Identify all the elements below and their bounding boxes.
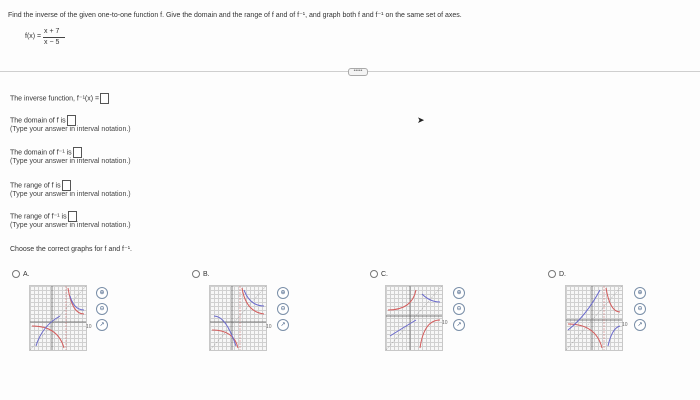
graph-d-plot: [566, 286, 622, 350]
more-button[interactable]: •••••: [348, 68, 368, 76]
numerator: x + 7: [44, 28, 60, 35]
inverse-label: The inverse function, f⁻¹(x) =: [10, 95, 100, 103]
option-c-label: C.: [381, 270, 388, 278]
range-f-hint: (Type your answer in interval notation.): [10, 191, 131, 198]
option-b-label: B.: [203, 270, 210, 278]
domain-f-row: The domain of f is (Type your answer in …: [10, 115, 131, 133]
graph-a-expand-icon[interactable]: ↗: [96, 319, 108, 331]
graph-c-zoom-out-icon[interactable]: ⊖: [453, 303, 465, 315]
domain-f-input[interactable]: [66, 115, 76, 126]
graph-d-expand-icon[interactable]: ↗: [634, 319, 646, 331]
option-d[interactable]: D.: [548, 270, 566, 278]
option-c[interactable]: C.: [370, 270, 388, 278]
graph-d-zoom-in-icon[interactable]: ⊕: [634, 287, 646, 299]
denominator: x − 5: [44, 39, 60, 46]
option-a-radio[interactable]: [12, 270, 20, 278]
option-b-radio[interactable]: [192, 270, 200, 278]
graph-b-plot: [210, 286, 266, 350]
graph-c-tick-label: 10: [442, 320, 448, 326]
range-f-input[interactable]: [61, 180, 71, 191]
inverse-function-row: The inverse function, f⁻¹(x) =: [10, 93, 110, 104]
graph-a-zoom-in-icon[interactable]: ⊕: [96, 287, 108, 299]
question-prompt: Find the inverse of the given one-to-one…: [8, 12, 462, 19]
range-finv-input[interactable]: [67, 211, 77, 222]
inverse-answer-input[interactable]: [100, 93, 110, 104]
range-finv-row: The range of f⁻¹ is (Type your answer in…: [10, 211, 131, 229]
option-c-radio[interactable]: [370, 270, 378, 278]
domain-f-label: The domain of f is: [10, 117, 66, 125]
graph-b-zoom-out-icon[interactable]: ⊖: [277, 303, 289, 315]
range-finv-hint: (Type your answer in interval notation.): [10, 222, 131, 229]
range-f-row: The range of f is (Type your answer in i…: [10, 180, 131, 198]
domain-f-hint: (Type your answer in interval notation.): [10, 126, 131, 133]
option-a[interactable]: A.: [12, 270, 30, 278]
domain-finv-hint: (Type your answer in interval notation.): [10, 158, 131, 165]
choose-graphs-label: Choose the correct graphs for f and f⁻¹.: [10, 246, 132, 253]
domain-finv-row: The domain of f⁻¹ is (Type your answer i…: [10, 147, 131, 165]
graph-d[interactable]: [565, 285, 623, 351]
option-d-label: D.: [559, 270, 566, 278]
domain-finv-label: The domain of f⁻¹ is: [10, 149, 72, 157]
range-finv-label: The range of f⁻¹ is: [10, 213, 67, 221]
fx-label: f(x) =: [25, 33, 42, 40]
graph-b-expand-icon[interactable]: ↗: [277, 319, 289, 331]
option-d-radio[interactable]: [548, 270, 556, 278]
fraction-bar: [43, 37, 65, 38]
graph-d-tick-label: 10: [622, 322, 628, 328]
graph-b[interactable]: [209, 285, 267, 351]
graph-a-zoom-out-icon[interactable]: ⊖: [96, 303, 108, 315]
mouse-cursor-icon: ➤: [417, 115, 425, 125]
graph-b-zoom-in-icon[interactable]: ⊕: [277, 287, 289, 299]
graph-d-zoom-out-icon[interactable]: ⊖: [634, 303, 646, 315]
graph-c-plot: [386, 286, 442, 350]
graph-c-expand-icon[interactable]: ↗: [453, 319, 465, 331]
graph-c-zoom-in-icon[interactable]: ⊕: [453, 287, 465, 299]
graph-a-plot: [30, 286, 86, 350]
range-f-label: The range of f is: [10, 182, 61, 190]
graph-a[interactable]: [29, 285, 87, 351]
graph-b-tick-label: 10: [266, 324, 272, 330]
option-a-label: A.: [23, 270, 30, 278]
domain-finv-input[interactable]: [72, 147, 82, 158]
graph-a-tick-label: 10: [86, 324, 92, 330]
option-b[interactable]: B.: [192, 270, 210, 278]
graph-c[interactable]: [385, 285, 443, 351]
